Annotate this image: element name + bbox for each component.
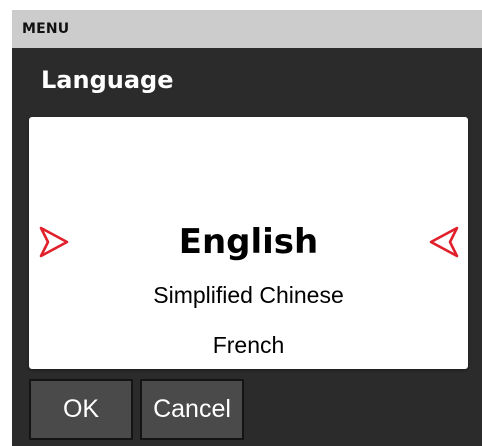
ok-button[interactable]: OK — [29, 379, 133, 440]
language-option[interactable]: Simplified Chinese — [29, 280, 468, 310]
device-screen: MENU Language English Simplified Chinese… — [12, 10, 482, 446]
menu-label: MENU — [22, 21, 70, 37]
language-option[interactable]: French — [29, 330, 468, 360]
page-title: Language — [41, 66, 174, 94]
cancel-button[interactable]: Cancel — [140, 379, 244, 440]
menu-bar: MENU — [12, 10, 482, 48]
language-option-selected[interactable]: English — [29, 221, 468, 263]
language-list-panel: English Simplified Chinese French — [29, 117, 468, 369]
next-language-arrow-icon[interactable] — [426, 225, 460, 259]
